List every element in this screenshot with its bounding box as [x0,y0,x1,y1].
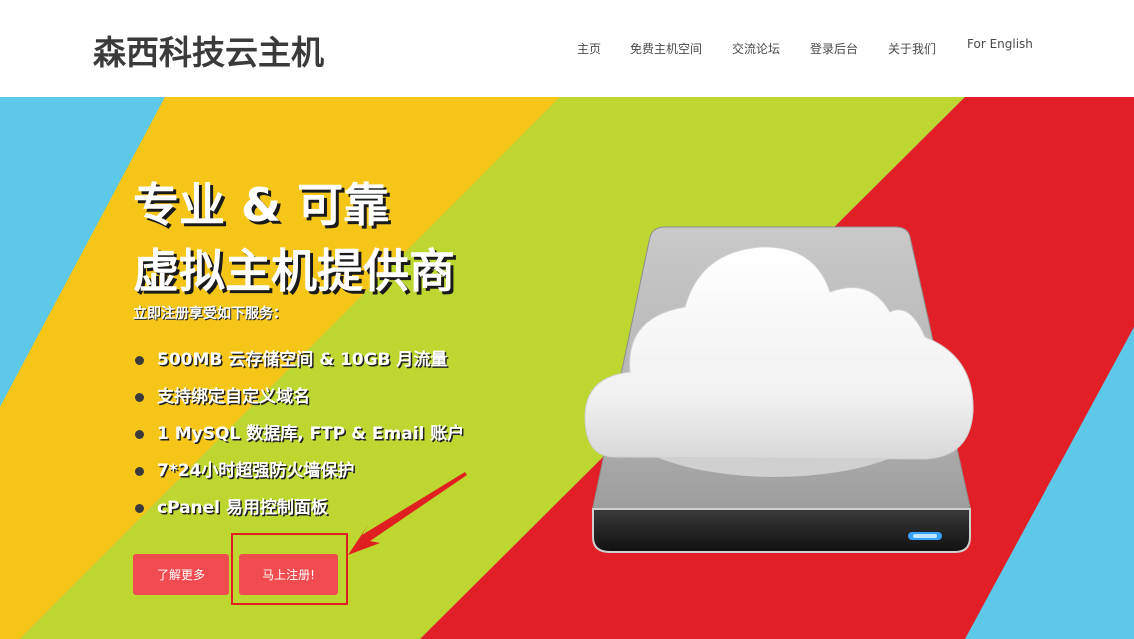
hero-subtitle: 立即注册享受如下服务： [133,306,287,322]
learn-more-button[interactable]: 了解更多 [133,554,229,595]
nav-item-login[interactable]: 登录后台 [810,40,858,57]
feature-text: 1 MySQL 数据库, FTP & Email 账户 [157,424,465,444]
hero-banner: 专业 & 可靠 虚拟主机提供商 立即注册享受如下服务： 500MB 云存储空间 … [0,97,1134,639]
cloud-drive-icon [584,226,974,553]
feature-text: 500MB 云存储空间 & 10GB 月流量 [157,350,448,370]
nav-item-english[interactable]: For English [967,37,1033,51]
nav-item-forum[interactable]: 交流论坛 [732,40,780,57]
bullet-icon [135,356,144,365]
main-nav: 主页 免费主机空间 交流论坛 登录后台 关于我们 For English [0,37,1134,60]
annotation-highlight-box [231,533,348,605]
feature-text: cPanel 易用控制面板 [157,498,328,518]
hero-headline-line2: 虚拟主机提供商 [133,244,455,298]
nav-item-free-hosting[interactable]: 免费主机空间 [630,40,702,57]
bullet-icon [135,430,144,439]
list-item: 支持绑定自定义域名 [133,382,464,419]
list-item: 500MB 云存储空间 & 10GB 月流量 [133,345,464,382]
feature-text: 7*24小时超强防火墙保护 [157,461,355,481]
bullet-icon [135,467,144,476]
bullet-icon [135,504,144,513]
hero-headline-line1: 专业 & 可靠 [133,178,390,232]
nav-item-home[interactable]: 主页 [577,40,601,57]
red-arrow-annotation [348,472,467,555]
feature-text: 支持绑定自定义域名 [157,387,310,407]
nav-item-about[interactable]: 关于我们 [888,40,936,57]
list-item: 1 MySQL 数据库, FTP & Email 账户 [133,419,464,456]
bullet-icon [135,393,144,402]
site-header: 森西科技云主机 主页 免费主机空间 交流论坛 登录后台 关于我们 For Eng… [0,0,1134,97]
